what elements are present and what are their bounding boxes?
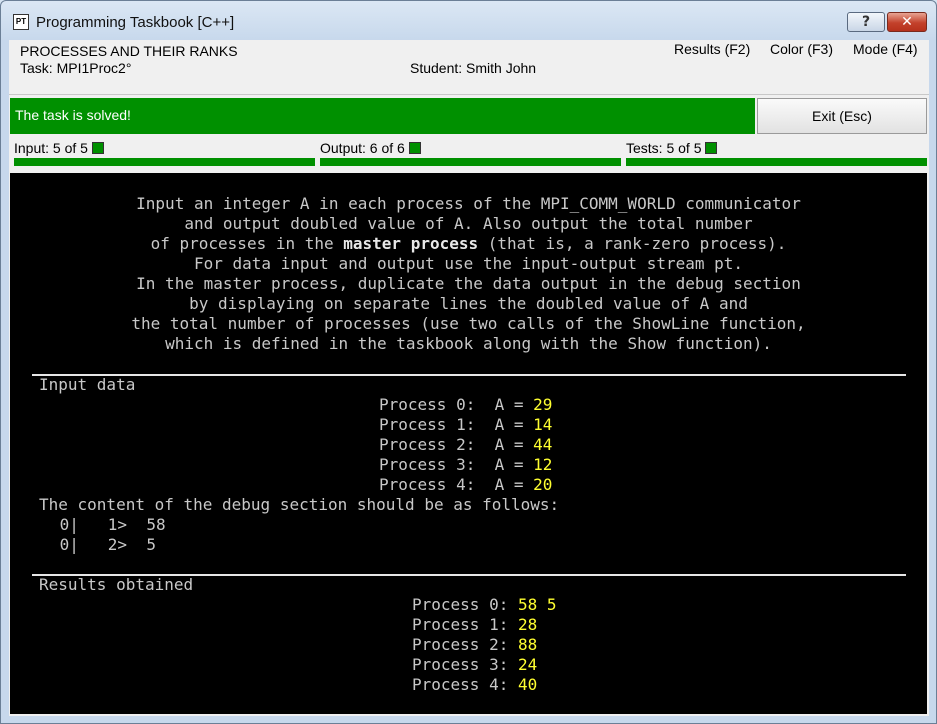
input-row-label: Process 0: A = (379, 395, 534, 414)
description-line: Input an integer A in each process of th… (136, 194, 801, 213)
color-menu-item[interactable]: Color (F3) (770, 41, 833, 57)
results-title: Results obtained (39, 575, 194, 594)
master-process-emphasis: master process (343, 234, 479, 253)
tests-progress-fill (626, 158, 927, 166)
topic-label: PROCESSES AND THEIR RANKS (20, 43, 238, 59)
task-console: Input an integer A in each process of th… (10, 173, 927, 714)
status-bar: The task is solved! (10, 98, 755, 134)
title-bar[interactable]: PT Programming Taskbook [C++] ? ✕ (1, 1, 936, 41)
result-row-value: 58 5 (517, 595, 557, 614)
input-row-label: Process 3: A = (379, 455, 534, 474)
description-text: of processes in the (150, 234, 344, 253)
result-row: Process 3: 24 (412, 655, 537, 675)
description-line: and output doubled value of A. Also outp… (184, 214, 753, 233)
result-row-value: 88 (517, 635, 538, 654)
task-description: Input an integer A in each process of th… (10, 194, 927, 354)
input-row-value: 12 (533, 455, 553, 474)
result-row-label: Process 4: (412, 675, 518, 694)
input-data-title: Input data (39, 375, 136, 394)
input-row-value: 20 (533, 475, 553, 494)
description-line: which is defined in the taskbook along w… (165, 334, 772, 353)
help-button[interactable]: ? (847, 12, 885, 32)
result-row-value: 40 (517, 675, 538, 694)
task-info-panel: PROCESSES AND THEIR RANKS Task: MPI1Proc… (9, 40, 929, 95)
description-text: (that is, a rank-zero process). (478, 234, 787, 253)
debug-line: 0| 1> 58 (50, 515, 166, 534)
input-row: Process 1: A = 14 (379, 415, 552, 435)
result-row-value: 28 (517, 615, 538, 634)
output-progress-fill (320, 158, 621, 166)
input-progress-square-icon (91, 142, 104, 154)
result-row-label: Process 3: (412, 655, 518, 674)
progress-row: Input: 5 of 5 Output: 6 of 6 Tests: 5 of… (9, 136, 929, 170)
status-text: The task is solved! (15, 107, 131, 123)
input-row: Process 2: A = 44 (379, 435, 552, 455)
description-line: In the master process, duplicate the dat… (136, 274, 801, 293)
description-line: by displaying on separate lines the doub… (189, 294, 748, 313)
question-icon: ? (861, 14, 871, 30)
output-progress-label: Output: 6 of 6 (320, 140, 421, 156)
result-row: Process 0: 58 5 (412, 595, 557, 615)
description-line: of processes in the master process (that… (10, 234, 927, 254)
app-icon: PT (13, 14, 29, 30)
input-row-label: Process 1: A = (379, 415, 534, 434)
input-row-value: 29 (533, 395, 553, 414)
tests-progress-label: Tests: 5 of 5 (626, 140, 718, 156)
input-row: Process 4: A = 20 (379, 475, 552, 495)
close-button[interactable]: ✕ (887, 12, 927, 32)
debug-line: 0| 2> 5 (50, 535, 156, 554)
close-icon: ✕ (901, 14, 913, 30)
output-progress-track (320, 158, 621, 166)
input-row-value: 44 (533, 435, 553, 454)
student-label: Student: Smith John (410, 60, 537, 76)
input-progress: Input: 5 of 5 (9, 136, 315, 170)
input-divider (32, 374, 906, 376)
debug-caption: The content of the debug section should … (39, 495, 560, 514)
output-progress-square-icon (408, 142, 421, 154)
input-progress-fill (14, 158, 315, 166)
main-window: PT Programming Taskbook [C++] ? ✕ PROCES… (0, 0, 937, 724)
input-progress-track (14, 158, 315, 166)
tests-progress-square-icon (705, 142, 718, 154)
input-row-label: Process 4: A = (379, 475, 534, 494)
task-label: Task: MPI1Proc2° (20, 60, 132, 76)
results-menu-item[interactable]: Results (F2) (674, 41, 750, 57)
input-row-value: 14 (533, 415, 553, 434)
input-row: Process 0: A = 29 (379, 395, 552, 415)
exit-button[interactable]: Exit (Esc) (757, 98, 927, 134)
input-progress-label: Input: 5 of 5 (14, 140, 104, 156)
result-row-label: Process 2: (412, 635, 518, 654)
description-line: the total number of processes (use two c… (131, 314, 806, 333)
client-area: PROCESSES AND THEIR RANKS Task: MPI1Proc… (9, 40, 929, 716)
tests-progress-track (626, 158, 927, 166)
input-row-label: Process 2: A = (379, 435, 534, 454)
result-row-label: Process 1: (412, 615, 518, 634)
input-row: Process 3: A = 12 (379, 455, 552, 475)
output-progress: Output: 6 of 6 (315, 136, 621, 170)
mode-menu-item[interactable]: Mode (F4) (853, 41, 918, 57)
result-row-value: 24 (517, 655, 538, 674)
result-row: Process 4: 40 (412, 675, 537, 695)
tests-progress: Tests: 5 of 5 (621, 136, 927, 170)
result-row: Process 1: 28 (412, 615, 537, 635)
description-line: For data input and output use the input-… (193, 254, 744, 273)
result-row-label: Process 0: (412, 595, 518, 614)
result-row: Process 2: 88 (412, 635, 537, 655)
window-title: Programming Taskbook [C++] (36, 14, 235, 31)
